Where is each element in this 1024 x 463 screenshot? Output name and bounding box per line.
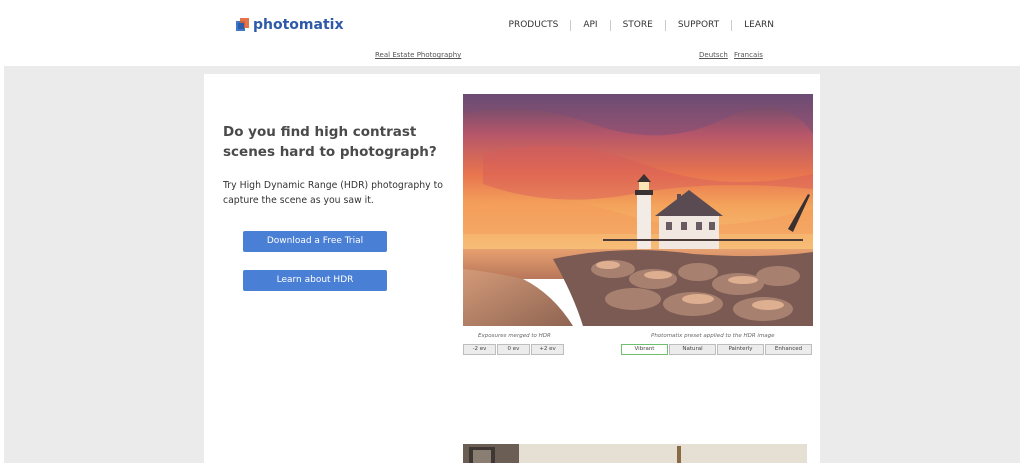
exposure-0-button[interactable]: 0 ev [497,344,530,355]
preset-selector: Vibrant Natural Painterly Enhanced [621,344,812,355]
real-estate-link[interactable]: Real Estate Photography [375,51,461,59]
lang-deutsch-link[interactable]: Deutsch [699,51,728,59]
main-nav: PRODUCTS API STORE SUPPORT LEARN [497,20,786,31]
hdr-lighthouse-image [463,94,813,326]
lang-francais-link[interactable]: Francais [734,51,763,59]
site-header: photomatix PRODUCTS API STORE SUPPORT LE… [0,0,1024,66]
intro-text: Try High Dynamic Range (HDR) photography… [223,180,443,206]
learn-hdr-button[interactable]: Learn about HDR [243,270,387,291]
exposure-plus2-button[interactable]: +2 ev [531,344,564,355]
page-headline: Do you find high contrast scenes hard to… [223,124,437,160]
brand-name: photomatix [253,17,344,33]
nav-learn[interactable]: LEARN [731,20,786,31]
nav-api[interactable]: API [570,20,609,31]
nav-support[interactable]: SUPPORT [664,20,731,31]
nav-store[interactable]: STORE [609,20,665,31]
exposure-selector: -2 ev 0 ev +2 ev [463,344,564,355]
brand-logo[interactable]: photomatix [236,17,343,33]
preset-vibrant-button[interactable]: Vibrant [621,344,668,355]
exposures-caption: Exposures merged to HDR [478,333,551,339]
download-trial-button[interactable]: Download a Free Trial [243,231,387,252]
photomatix-logo-icon [236,18,249,32]
nav-products[interactable]: PRODUCTS [497,20,571,31]
preset-enhanced-button[interactable]: Enhanced [765,344,812,355]
presets-caption: Photomatix preset applied to the HDR ima… [651,333,775,339]
preset-painterly-button[interactable]: Painterly [717,344,764,355]
preset-natural-button[interactable]: Natural [669,344,716,355]
exposure-minus2-button[interactable]: -2 ev [463,344,496,355]
interior-photo-preview [463,444,807,463]
